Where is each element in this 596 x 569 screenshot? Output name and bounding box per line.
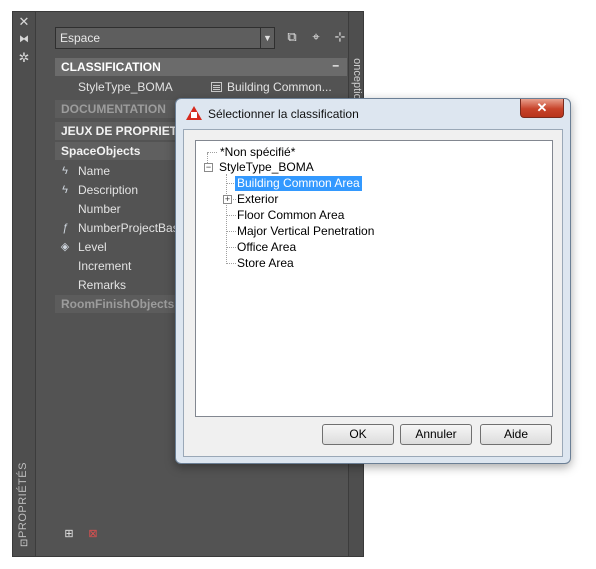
classification-name: StyleType_BOMA bbox=[78, 80, 173, 94]
close-button[interactable]: ✕ bbox=[520, 99, 564, 118]
tree-connector bbox=[207, 152, 217, 153]
section-classification-title: CLASSIFICATION bbox=[61, 60, 161, 74]
collapse-icon[interactable]: ⧓ bbox=[17, 33, 31, 47]
collapse-icon[interactable]: − bbox=[204, 163, 213, 172]
level-icon: ◈ bbox=[60, 241, 70, 253]
select-classification-dialog: Sélectionner la classification ✕ *Non sp… bbox=[175, 98, 571, 464]
dialog-titlebar[interactable]: Sélectionner la classification ✕ bbox=[176, 99, 570, 129]
section-room-finish-title: RoomFinishObjects bbox=[61, 297, 175, 311]
ok-button[interactable]: OK bbox=[322, 424, 394, 445]
section-space-objects-title: SpaceObjects bbox=[61, 144, 141, 158]
autocad-logo-icon bbox=[186, 106, 202, 120]
lightning-icon: ϟ bbox=[62, 165, 68, 177]
tree-item-major-vertical-penetration[interactable]: Major Vertical Penetration bbox=[235, 224, 376, 239]
cancel-button[interactable]: Annuler bbox=[400, 424, 472, 445]
property-name: Description bbox=[78, 183, 139, 197]
list-icon bbox=[211, 82, 222, 92]
object-type-value: Espace bbox=[60, 31, 101, 45]
section-classification[interactable]: CLASSIFICATION – bbox=[55, 58, 347, 76]
tree-connector bbox=[226, 174, 227, 262]
collapse-minus-icon[interactable]: – bbox=[332, 58, 339, 72]
dialog-client-area: *Non spécifié* − StyleType_BOMA Building… bbox=[183, 129, 563, 457]
property-name: Increment bbox=[78, 259, 132, 273]
add-property-set-icon[interactable]: ⊞ bbox=[61, 527, 77, 541]
section-property-sets-title: JEUX DE PROPRIETES bbox=[61, 124, 194, 138]
expand-icon[interactable]: + bbox=[223, 195, 232, 204]
properties-vertical-tab[interactable]: PROPRIÉTÉS bbox=[15, 462, 33, 542]
properties-tab-label: PROPRIÉTÉS bbox=[16, 462, 29, 538]
tree-item-office-area[interactable]: Office Area bbox=[235, 240, 298, 255]
property-name: Level bbox=[78, 240, 107, 254]
property-name: Number bbox=[78, 202, 121, 216]
tree-item-store-area[interactable]: Store Area bbox=[235, 256, 296, 271]
property-name: Remarks bbox=[78, 278, 127, 292]
tree-item-building-common-area[interactable]: Building Common Area bbox=[235, 176, 362, 191]
toggle-pickadd-icon[interactable]: ⊹ bbox=[331, 28, 349, 46]
close-icon[interactable]: ✕ bbox=[17, 15, 31, 29]
palette-menu-icon[interactable]: ⊡ bbox=[17, 537, 31, 551]
lightning-icon: ϟ bbox=[62, 184, 68, 196]
formula-icon: ƒ bbox=[61, 222, 69, 234]
property-name: Name bbox=[78, 164, 111, 178]
classification-row[interactable]: StyleType_BOMA Building Common... bbox=[55, 78, 347, 97]
dialog-title: Sélectionner la classification bbox=[208, 107, 359, 121]
quick-select-icon[interactable]: ⧉ bbox=[283, 28, 301, 46]
help-button[interactable]: Aide bbox=[480, 424, 552, 445]
settings-icon[interactable]: ✲ bbox=[17, 51, 31, 65]
section-documentation-title: DOCUMENTATION bbox=[61, 102, 166, 116]
chevron-down-icon[interactable]: ▼ bbox=[260, 28, 274, 48]
tree-item-floor-common-area[interactable]: Floor Common Area bbox=[235, 208, 346, 223]
classification-value[interactable]: Building Common... bbox=[227, 80, 332, 94]
tree-item-exterior[interactable]: Exterior bbox=[235, 192, 280, 207]
classification-tree[interactable]: *Non spécifié* − StyleType_BOMA Building… bbox=[195, 140, 553, 417]
object-type-dropdown[interactable]: Espace ▼ bbox=[55, 27, 275, 49]
remove-property-set-icon[interactable]: ⊠ bbox=[85, 527, 101, 541]
tree-item-root[interactable]: StyleType_BOMA bbox=[217, 160, 316, 175]
tree-item-unspecified[interactable]: *Non spécifié* bbox=[218, 145, 297, 160]
pick-add-icon[interactable]: ⌖ bbox=[307, 28, 325, 46]
palette-left-strip: ✕ ⧓ ✲ PROPRIÉTÉS ⊡ bbox=[13, 12, 36, 556]
